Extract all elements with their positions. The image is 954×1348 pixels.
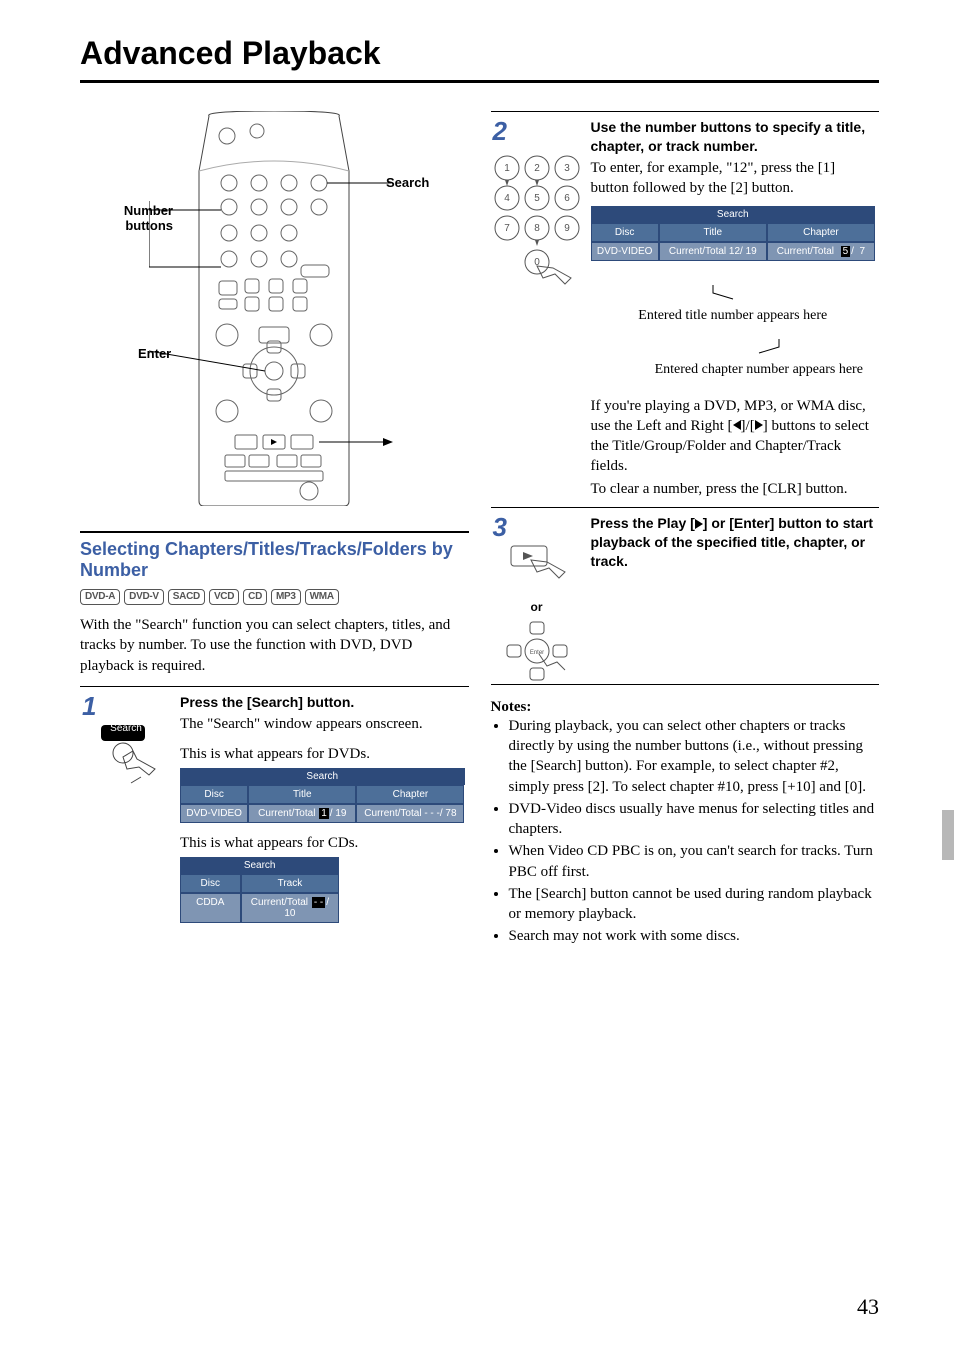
svg-text:Enter: Enter: [529, 650, 543, 656]
badge-sacd: SACD: [168, 589, 205, 605]
step-number-3: 3: [493, 512, 507, 543]
step-2: 2 1 2 3 4 5 6 7 8 9: [491, 111, 880, 507]
badge-dvdv: DVD-V: [124, 589, 164, 605]
badge-wma: WMA: [305, 589, 339, 605]
badge-dvda: DVD-A: [80, 589, 120, 605]
intro-text: With the "Search" function you can selec…: [80, 615, 469, 676]
search-panel-step2: Search Disc Title Chapter DVD-VIDEO Curr…: [591, 206, 876, 261]
svg-text:4: 4: [504, 193, 510, 204]
page-number: 43: [857, 1294, 879, 1320]
page-title: Advanced Playback: [80, 35, 879, 83]
page-edge-tab: [942, 810, 954, 860]
s2-col-disc: Disc: [591, 223, 659, 242]
note-item: During playback, you can select other ch…: [509, 716, 880, 797]
svg-text:3: 3: [564, 163, 570, 174]
svg-text:8: 8: [534, 223, 540, 234]
right-arrow-icon: [755, 420, 763, 430]
note-item: Search may not work with some discs.: [509, 926, 880, 946]
dvd-chapter-val: Current/Total - - -/ 78: [356, 804, 464, 823]
section-heading: Selecting Chapters/Titles/Tracks/Folders…: [80, 531, 469, 581]
cd-disc-val: CDDA: [180, 893, 241, 923]
svg-text:6: 6: [564, 193, 570, 204]
notes-heading: Notes:: [491, 699, 880, 716]
step3-title: Press the Play [] or [Enter] button to s…: [591, 514, 876, 571]
step2-clr: To clear a number, press the [CLR] butto…: [591, 479, 876, 499]
s2-col-chapter: Chapter: [767, 223, 875, 242]
press-enter-icon: Enter: [503, 620, 571, 684]
label-number-buttons: Number buttons: [98, 203, 173, 233]
callout-title-text: Entered title number appears here: [638, 307, 827, 325]
notes-list: During playback, you can select other ch…: [491, 716, 880, 947]
callout-line-title: [633, 285, 833, 301]
or-label: or: [531, 600, 543, 614]
format-badges: DVD-A DVD-V SACD VCD CD MP3 WMA: [80, 589, 469, 605]
svg-text:5: 5: [534, 193, 540, 204]
step2-tail: If you're playing a DVD, MP3, or WMA dis…: [591, 396, 876, 477]
step-3: 3 or: [491, 507, 880, 684]
search-button-label: Search: [80, 723, 172, 734]
step-number-2: 2: [493, 116, 507, 147]
left-arrow-icon: [733, 420, 741, 430]
s2-disc-val: DVD-VIDEO: [591, 242, 659, 261]
step1-caption-dvd: This is what appears for DVDs.: [180, 744, 465, 764]
remote-diagram: Number buttons Search Enter: [80, 111, 469, 521]
dvd-col-title: Title: [248, 785, 356, 804]
callout-chapter-text: Entered chapter number appears here: [655, 361, 863, 379]
badge-cd: CD: [243, 589, 267, 605]
remote-illustration: [149, 111, 399, 506]
cd-track-val: Current/Total - -/ 10: [241, 893, 340, 923]
badge-vcd: VCD: [209, 589, 239, 605]
play-arrow-icon: [695, 519, 703, 529]
note-item: DVD-Video discs usually have menus for s…: [509, 799, 880, 840]
label-search: Search: [386, 175, 429, 190]
step-number-1: 1: [82, 691, 96, 722]
s2-col-title: Title: [659, 223, 767, 242]
search-panel-cd: Search Disc Track CDDA Current/Total - -…: [180, 857, 339, 923]
dvd-col-disc: Disc: [180, 785, 248, 804]
number-keypad-icon: 123 456 789 0: [491, 146, 583, 296]
dvd-disc-val: DVD-VIDEO: [180, 804, 248, 823]
svg-text:9: 9: [564, 223, 570, 234]
note-item: The [Search] button cannot be used durin…: [509, 884, 880, 925]
press-play-icon: [505, 542, 569, 594]
dvd-col-chapter: Chapter: [356, 785, 464, 804]
label-enter: Enter: [138, 346, 171, 361]
note-item: When Video CD PBC is on, you can't searc…: [509, 841, 880, 882]
s2-chapter-val: Current/Total 5/ 7: [767, 242, 875, 261]
callout-line-chapter: [659, 339, 859, 355]
cd-panel-header: Search: [180, 857, 339, 874]
step-1: 1 Search Press the [Search] button. The …: [80, 686, 469, 934]
step2-title: Use the number buttons to specify a titl…: [591, 118, 876, 156]
step2-body: To enter, for example, "12", press the […: [591, 158, 876, 199]
s2-title-val: Current/Total 12/ 19: [659, 242, 767, 261]
cd-col-track: Track: [241, 874, 340, 893]
s2-panel-header: Search: [591, 206, 876, 223]
step1-caption-cd: This is what appears for CDs.: [180, 833, 465, 853]
svg-text:1: 1: [504, 163, 510, 174]
dvd-panel-header: Search: [180, 768, 465, 785]
svg-text:7: 7: [504, 223, 510, 234]
search-panel-dvd: Search Disc Title Chapter DVD-VIDEO Curr…: [180, 768, 465, 823]
dvd-title-val: Current/Total 1/ 19: [248, 804, 356, 823]
badge-mp3: MP3: [271, 589, 301, 605]
step1-body: The "Search" window appears onscreen.: [180, 714, 465, 734]
cd-col-disc: Disc: [180, 874, 241, 893]
step1-title: Press the [Search] button.: [180, 693, 465, 712]
svg-text:2: 2: [534, 163, 540, 174]
